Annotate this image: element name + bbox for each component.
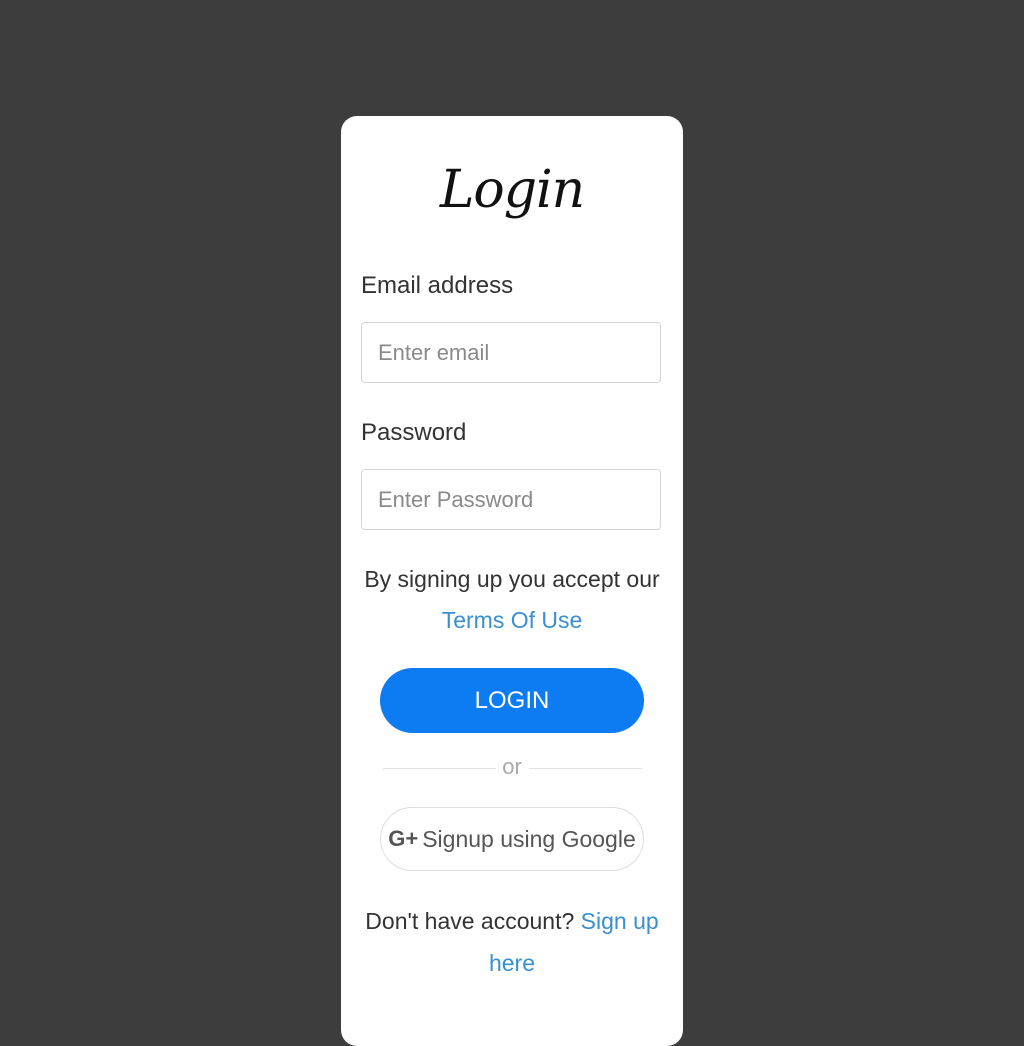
signup-prompt-text: Don't have account?: [365, 908, 575, 934]
email-field[interactable]: [361, 322, 661, 383]
password-field[interactable]: [361, 469, 661, 530]
google-signup-label: Signup using Google: [422, 825, 636, 852]
signup-prompt: Don't have account? Sign up here: [341, 900, 683, 984]
google-signup-button[interactable]: G+ Signup using Google: [380, 807, 644, 871]
terms-notice: By signing up you accept our Terms Of Us…: [341, 559, 683, 641]
google-plus-icon: G+: [388, 826, 419, 851]
divider-line-right: [529, 768, 642, 769]
terms-text: By signing up you accept our: [364, 566, 660, 592]
page-title: Login: [439, 160, 585, 220]
email-label: Email address: [361, 272, 514, 299]
terms-of-use-link[interactable]: Terms Of Use: [442, 607, 583, 633]
password-label: Password: [361, 419, 467, 446]
or-divider-text: or: [502, 754, 522, 779]
login-button[interactable]: LOGIN: [380, 668, 644, 733]
